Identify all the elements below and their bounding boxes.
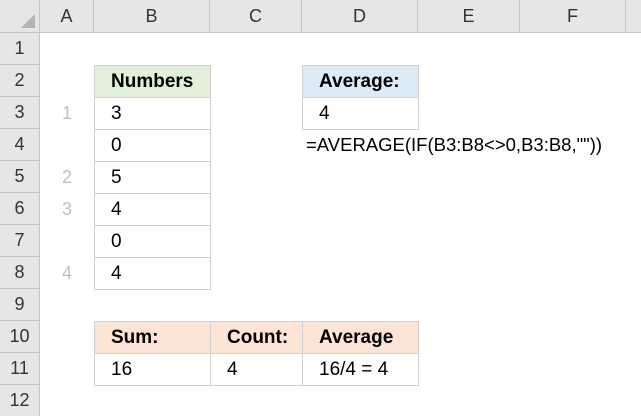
summary-average-value[interactable]: 16/4 = 4: [302, 353, 419, 386]
index-label[interactable]: 1: [40, 97, 94, 129]
count-header[interactable]: Count:: [210, 321, 303, 354]
column-header-e[interactable]: E: [418, 0, 520, 33]
numbers-cell[interactable]: 4: [94, 257, 211, 290]
row-header-12[interactable]: 12: [0, 385, 40, 416]
formula-text[interactable]: =AVERAGE(IF(B3:B8<>0,B3:B8,"")): [302, 129, 602, 161]
sum-value[interactable]: 16: [94, 353, 211, 386]
row-header-9[interactable]: 9: [0, 289, 40, 321]
numbers-header[interactable]: Numbers: [94, 65, 211, 98]
column-header-d[interactable]: D: [302, 0, 418, 33]
row-header-6[interactable]: 6: [0, 193, 40, 225]
index-label[interactable]: 2: [40, 161, 94, 193]
count-value[interactable]: 4: [210, 353, 303, 386]
numbers-cell[interactable]: 4: [94, 193, 211, 226]
select-all-icon: [21, 14, 35, 28]
column-header-b[interactable]: B: [94, 0, 210, 33]
average-value[interactable]: 4: [302, 97, 419, 130]
row-header-1[interactable]: 1: [0, 33, 40, 65]
row-header-7[interactable]: 7: [0, 225, 40, 257]
select-all-corner[interactable]: [0, 0, 40, 33]
column-header-partial[interactable]: [626, 0, 641, 33]
row-header-4[interactable]: 4: [0, 129, 40, 161]
numbers-cell[interactable]: 3: [94, 97, 211, 130]
numbers-cell[interactable]: 0: [94, 129, 211, 162]
column-header-f[interactable]: F: [520, 0, 626, 33]
summary-average-header[interactable]: Average: [302, 321, 419, 354]
row-header-8[interactable]: 8: [0, 257, 40, 289]
average-header[interactable]: Average:: [302, 65, 419, 98]
column-header-a[interactable]: A: [40, 0, 94, 33]
row-header-3[interactable]: 3: [0, 97, 40, 129]
row-header-11[interactable]: 11: [0, 353, 40, 385]
column-header-c[interactable]: C: [210, 0, 302, 33]
row-header-2[interactable]: 2: [0, 65, 40, 97]
numbers-cell[interactable]: 0: [94, 225, 211, 258]
index-label[interactable]: 4: [40, 257, 94, 289]
sum-header[interactable]: Sum:: [94, 321, 211, 354]
row-header-10[interactable]: 10: [0, 321, 40, 353]
row-header-5[interactable]: 5: [0, 161, 40, 193]
numbers-cell[interactable]: 5: [94, 161, 211, 194]
index-label[interactable]: 3: [40, 193, 94, 225]
